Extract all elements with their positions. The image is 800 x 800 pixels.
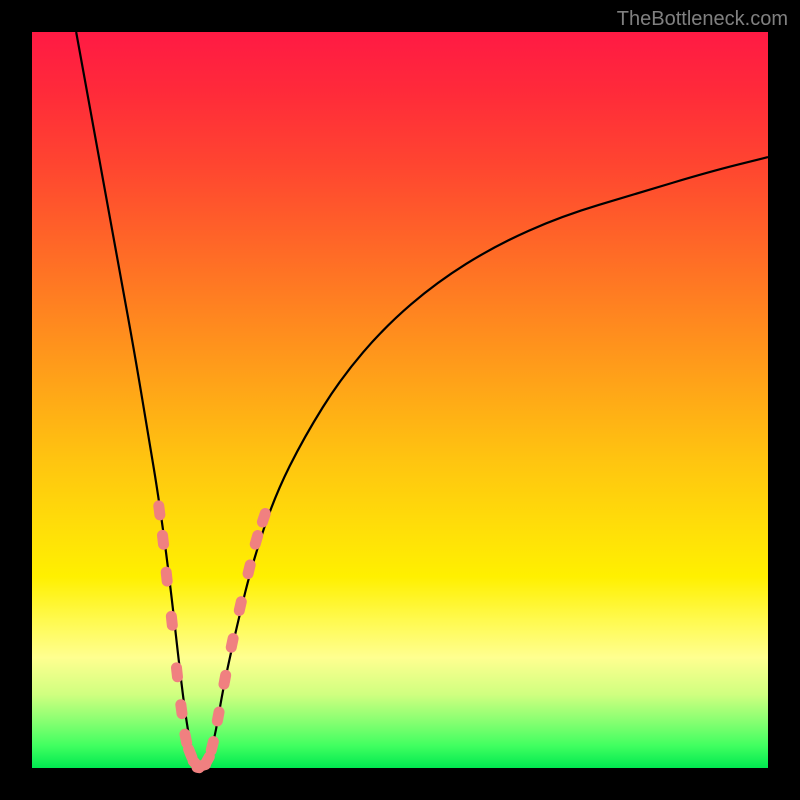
watermark-text: TheBottleneck.com (617, 8, 788, 31)
curve-markers (153, 500, 273, 776)
curve-marker (170, 662, 183, 683)
curve-marker (175, 698, 189, 719)
curve-marker (241, 558, 256, 580)
curve-marker (165, 610, 178, 631)
curve-marker (211, 706, 226, 728)
curve-marker (160, 566, 173, 587)
curve-marker (225, 632, 240, 654)
curve-marker (218, 669, 233, 691)
bottleneck-curve (76, 32, 768, 766)
curve-marker (205, 735, 221, 757)
curve-marker (233, 595, 248, 617)
curve-marker (153, 500, 166, 521)
curve-marker (156, 529, 169, 550)
chart-svg (32, 32, 768, 768)
